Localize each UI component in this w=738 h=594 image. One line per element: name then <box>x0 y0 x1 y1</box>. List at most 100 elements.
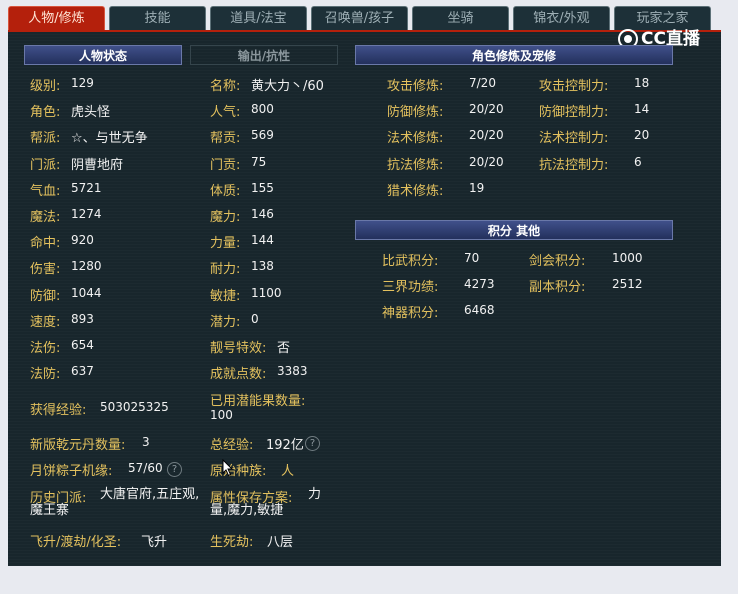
stat-1-value: 虎头怪 <box>71 105 111 121</box>
control-0-value: 18 <box>634 76 650 90</box>
mooncake-help-icon[interactable]: ? <box>167 462 182 477</box>
score-0-label: 比武积分: <box>382 254 439 269</box>
cultivation-1-value: 20/20 <box>469 102 504 117</box>
save-plan-value: 力量,魔力,敏捷 <box>210 487 322 518</box>
stat-1-label: 角色: <box>30 105 61 121</box>
attr-4-label: 体质: <box>210 183 241 199</box>
score2-0-label: 剑会积分: <box>529 254 586 269</box>
stat-2-label: 帮派: <box>30 131 61 147</box>
control-1-label: 防御控制力: <box>539 105 609 121</box>
attr-5-value: 146 <box>251 207 274 221</box>
stat-5-label: 魔法: <box>30 210 61 225</box>
history-value: 大唐官府,五庄观,魔王寨 <box>30 487 200 518</box>
attr-10-label: 靓号特效: <box>210 341 267 356</box>
exp-value: 503025325 <box>100 400 169 414</box>
stat-10-label: 法伤: <box>30 341 61 356</box>
tab-outfits[interactable]: 锦衣/外观 <box>513 6 610 30</box>
total-exp-help-icon[interactable]: ? <box>305 436 320 451</box>
stat-10-value: 654 <box>71 338 94 352</box>
control-2-value: 20 <box>634 128 650 143</box>
stat-7-label: 伤害: <box>30 262 61 278</box>
total-exp-label: 总经验: <box>210 438 254 453</box>
tab-pets[interactable]: 召唤兽/孩子 <box>311 6 408 30</box>
race-label: 原始种族: <box>210 464 267 479</box>
character-panel <box>8 30 721 566</box>
header-scores: 积分 其他 <box>355 220 673 240</box>
attr-4-value: 155 <box>251 180 274 195</box>
header-character-status[interactable]: 人物状态 <box>24 45 182 65</box>
stat-3-value: 阴曹地府 <box>71 157 124 173</box>
cultivation-2-label: 法术修炼: <box>387 131 444 147</box>
tab-mounts[interactable]: 坐骑 <box>412 6 509 30</box>
stat-9-value: 893 <box>71 311 94 326</box>
stat-2-value: ☆、与世无争 <box>71 131 148 147</box>
stat-4-label: 气血: <box>30 183 61 199</box>
stat-4-value: 5721 <box>71 180 102 195</box>
total-exp-value: 192亿 <box>266 438 304 453</box>
attr-2-value: 569 <box>251 128 274 143</box>
score2-1-value: 2512 <box>612 277 643 292</box>
cultivation-4-value: 19 <box>469 180 485 195</box>
attr-9-value: 0 <box>251 311 259 326</box>
control-3-value: 6 <box>634 154 642 169</box>
cultivation-3-value: 20/20 <box>469 154 504 169</box>
stat-8-value: 1044 <box>71 285 102 300</box>
score2-0-value: 1000 <box>612 251 643 265</box>
control-2-label: 法术控制力: <box>539 131 609 147</box>
stat-8-label: 防御: <box>30 288 61 304</box>
control-1-value: 14 <box>634 102 650 117</box>
potion-value: 100 <box>210 408 233 422</box>
potion-label: 已用潜能果数量: <box>210 394 306 409</box>
score-2-value: 6468 <box>464 303 495 318</box>
stat-0-value: 129 <box>71 76 94 90</box>
exp-label: 获得经验: <box>30 403 87 418</box>
cultivation-1-label: 防御修炼: <box>387 105 444 121</box>
attr-0-label: 名称: <box>210 79 241 94</box>
attr-6-value: 144 <box>251 233 274 248</box>
life-value: 八层 <box>267 535 294 550</box>
score2-1-label: 副本积分: <box>529 280 586 296</box>
race-value: 人 <box>281 464 295 479</box>
attr-2-label: 帮贡: <box>210 131 241 147</box>
score-0-value: 70 <box>464 251 480 265</box>
attr-9-label: 潜力: <box>210 314 241 330</box>
stat-11-value: 637 <box>71 364 94 379</box>
ascend-value: 飞升 <box>141 535 168 550</box>
tab-character[interactable]: 人物/修炼 <box>8 6 105 30</box>
cultivation-2-value: 20/20 <box>469 128 504 143</box>
stat-9-label: 速度: <box>30 314 61 330</box>
stat-6-label: 命中: <box>30 236 61 252</box>
tab-skills[interactable]: 技能 <box>109 6 206 30</box>
cultivation-0-value: 7/20 <box>469 76 496 90</box>
attr-5-label: 魔力: <box>210 210 241 225</box>
stat-11-label: 法防: <box>30 367 61 383</box>
cultivation-3-label: 抗法修炼: <box>387 157 444 173</box>
attr-11-value: 3383 <box>277 364 308 379</box>
mooncake-label: 月饼粽子机缘: <box>30 464 113 479</box>
score-1-label: 三界功绩: <box>382 280 439 296</box>
attr-6-label: 力量: <box>210 236 241 252</box>
attr-8-value: 1100 <box>251 285 282 300</box>
attr-3-value: 75 <box>251 154 267 169</box>
mooncake-value: 57/60 <box>128 461 163 475</box>
qianyuan-label: 新版乾元丹数量: <box>30 438 126 453</box>
mouse-cursor-icon <box>222 459 234 477</box>
attr-8-label: 敏捷: <box>210 288 241 304</box>
attr-7-value: 138 <box>251 259 274 274</box>
attr-1-label: 人气: <box>210 105 241 121</box>
score-1-value: 4273 <box>464 277 495 292</box>
attr-3-label: 门贡: <box>210 157 241 173</box>
attr-7-label: 耐力: <box>210 262 241 278</box>
stat-6-value: 920 <box>71 233 94 248</box>
stat-7-value: 1280 <box>71 259 102 274</box>
stat-5-value: 1274 <box>71 207 102 221</box>
ascend-label: 飞升/渡劫/化圣: <box>30 535 122 550</box>
attr-1-value: 800 <box>251 102 274 117</box>
attr-0-value: 黄大力丶/60 <box>251 79 324 94</box>
attr-10-value: 否 <box>277 341 291 356</box>
life-label: 生死劫: <box>210 535 254 550</box>
tab-items[interactable]: 道具/法宝 <box>210 6 307 30</box>
score-2-label: 神器积分: <box>382 306 439 322</box>
qianyuan-value: 3 <box>142 435 150 449</box>
header-output-resist[interactable]: 输出/抗性 <box>190 45 338 65</box>
